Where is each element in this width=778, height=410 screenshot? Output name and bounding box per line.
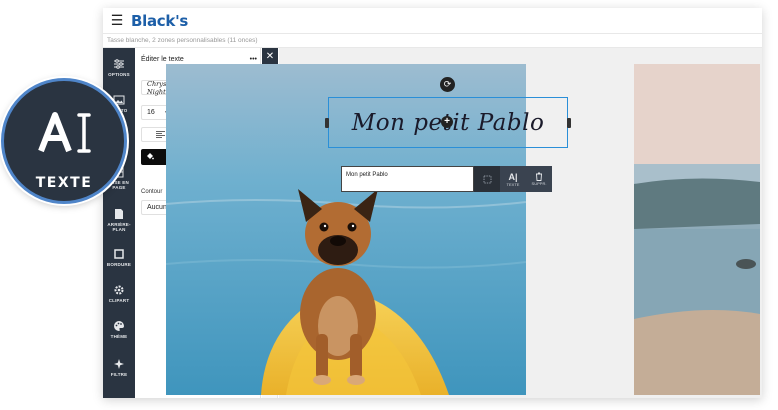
close-icon: ✕ bbox=[265, 50, 275, 62]
gear-icon bbox=[113, 284, 125, 296]
text-tool-button[interactable]: A| TEXTE bbox=[500, 166, 526, 192]
panel-header: Éditer le texte ••• bbox=[141, 56, 257, 63]
rail-label: ARRIÈRE-PLAN bbox=[107, 222, 131, 232]
font-size-value: 16 bbox=[147, 109, 155, 116]
text-feature-badge: TEXTE bbox=[1, 78, 127, 204]
rail-item-border[interactable]: BORDURE bbox=[103, 248, 135, 267]
stage: ☰ Black's Tasse blanche, 2 zones personn… bbox=[0, 0, 778, 410]
rail-label: OPTIONS bbox=[108, 72, 130, 77]
text-cursor-icon bbox=[38, 112, 91, 153]
rail-label: CLIPART bbox=[108, 298, 130, 303]
sliders-icon bbox=[113, 58, 125, 70]
sparkle-icon bbox=[113, 358, 125, 370]
resize-handle-right[interactable] bbox=[567, 118, 571, 128]
rail-label: FILTRE bbox=[110, 372, 128, 377]
delete-button[interactable]: SUPPR. bbox=[526, 166, 552, 192]
brand-logo: Black's bbox=[131, 11, 188, 30]
background-icon bbox=[113, 208, 125, 220]
border-icon bbox=[113, 248, 125, 260]
rail-item-background[interactable]: ARRIÈRE-PLAN bbox=[103, 208, 135, 232]
frame-select-icon bbox=[483, 175, 491, 183]
frame-select-button[interactable] bbox=[474, 166, 500, 192]
plus-icon: + bbox=[444, 116, 450, 127]
contour-value: Aucun bbox=[147, 204, 167, 211]
beach-photo bbox=[634, 64, 760, 395]
rail-label: THÈME bbox=[110, 334, 128, 339]
rail-label: BORDURE bbox=[106, 262, 132, 267]
align-left-icon bbox=[156, 131, 166, 138]
photo-zone-secondary[interactable] bbox=[634, 64, 760, 395]
badge-label: TEXTE bbox=[35, 175, 93, 191]
text-cursor-icon: A| bbox=[508, 171, 518, 182]
rail-item-clipart[interactable]: CLIPART bbox=[103, 284, 135, 303]
trash-icon bbox=[536, 172, 542, 181]
menu-icon[interactable]: ☰ bbox=[103, 12, 131, 29]
rail-item-theme[interactable]: THÈME bbox=[103, 320, 135, 339]
panel-title: Éditer le texte bbox=[141, 56, 184, 63]
resize-handle-left[interactable] bbox=[325, 118, 329, 128]
inline-text-editor: Mon petit Pablo A| TEXTE SUPPR. bbox=[341, 166, 554, 192]
close-panel-button[interactable]: ✕ bbox=[262, 48, 278, 64]
palette-icon bbox=[113, 320, 125, 332]
text-tool-label: TEXTE bbox=[506, 181, 520, 187]
more-options-icon[interactable]: ••• bbox=[250, 56, 257, 63]
paint-bucket-icon bbox=[146, 152, 154, 162]
text-input[interactable]: Mon petit Pablo bbox=[341, 166, 474, 192]
delete-label: SUPPR. bbox=[531, 181, 547, 186]
rotate-icon: ⟳ bbox=[443, 79, 452, 89]
move-handle[interactable]: + bbox=[441, 116, 453, 128]
top-bar: ☰ Black's bbox=[103, 8, 762, 33]
rotate-handle[interactable]: ⟳ bbox=[440, 77, 455, 92]
contour-label: Contour bbox=[141, 189, 163, 195]
rail-item-filter[interactable]: FILTRE bbox=[103, 358, 135, 377]
product-subtitle: Tasse blanche, 2 zones personnalisables … bbox=[103, 33, 762, 48]
rail-item-options[interactable]: OPTIONS bbox=[103, 58, 135, 77]
